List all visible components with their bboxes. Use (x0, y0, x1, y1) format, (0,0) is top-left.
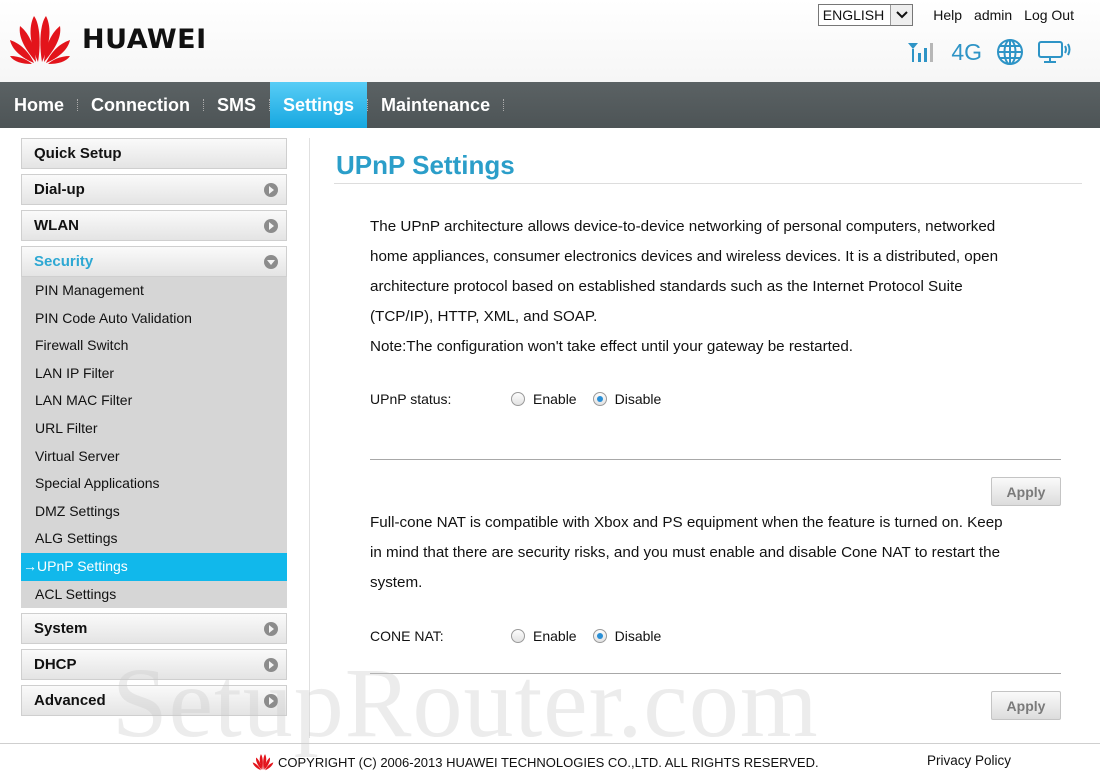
brand-name: HUAWEI (82, 23, 207, 55)
sidebar-item-pin-auto-validation[interactable]: PIN Code Auto Validation (21, 305, 287, 333)
sidebar-item-firewall-switch[interactable]: Firewall Switch (21, 332, 287, 360)
sidebar-section-label: Dial-up (34, 181, 85, 198)
radio-label: Enable (533, 628, 577, 644)
sidebar-item-special-applications[interactable]: Special Applications (21, 470, 287, 498)
network-type: 4G (951, 38, 982, 65)
cone-nat-label: CONE NAT: (370, 628, 444, 644)
description-line: in mind that there are security risks, a… (370, 544, 1001, 561)
nav-home[interactable]: Home (0, 82, 77, 128)
section-divider (370, 673, 1061, 674)
sidebar-item-virtual-server[interactable]: Virtual Server (21, 443, 287, 471)
chevron-right-icon (264, 621, 278, 636)
sidebar-item-url-filter[interactable]: URL Filter (21, 415, 287, 443)
chevron-right-icon (264, 657, 278, 672)
status-icons: 4G (907, 38, 1072, 66)
security-submenu: PIN Management PIN Code Auto Validation … (21, 277, 287, 609)
radio-on-icon[interactable] (592, 629, 607, 643)
privacy-policy-link[interactable]: Privacy Policy (927, 753, 1011, 768)
description-line: architecture protocol based on establish… (370, 278, 963, 295)
language-value: ENGLISH (822, 7, 885, 23)
title-divider (334, 183, 1082, 184)
signal-strength-icon (908, 43, 934, 62)
monitor-wifi-icon (1038, 41, 1071, 63)
description-line: home appliances, consumer electronics de… (370, 248, 999, 265)
sidebar-system[interactable]: System (21, 613, 287, 645)
nav-divider (503, 82, 505, 128)
logout-link[interactable]: Log Out (1024, 7, 1074, 23)
radio-label: Enable (533, 391, 577, 407)
chevron-right-icon (264, 218, 278, 233)
sidebar-security[interactable]: Security (21, 246, 287, 277)
description-line: (TCP/IP), HTTP, XML, and SOAP. (370, 308, 598, 325)
sidebar-section-label: WLAN (34, 217, 79, 234)
cone-nat-row: CONE NAT: Enable Disable (370, 628, 677, 644)
huawei-flower-icon (10, 16, 70, 64)
sidebar-section-label: Advanced (34, 692, 106, 710)
page-title: UPnP Settings (336, 150, 515, 180)
sidebar: Quick Setup Dial-up WLAN Security PIN Ma… (21, 138, 287, 721)
upnp-status-row: UPnP status: Enable Disable (370, 391, 677, 407)
sidebar-section-label: DHCP (34, 656, 77, 674)
sidebar-item-lan-mac-filter[interactable]: LAN MAC Filter (21, 387, 287, 415)
upnp-status-label: UPnP status: (370, 391, 452, 407)
sidebar-item-alg-settings[interactable]: ALG Settings (21, 525, 287, 553)
admin-link[interactable]: admin (974, 7, 1012, 23)
chevron-right-icon (264, 182, 278, 197)
nav-maintenance[interactable]: Maintenance (368, 82, 503, 128)
radio-on-icon[interactable] (592, 392, 607, 406)
cone-nat-enable-radio[interactable]: Enable (511, 628, 577, 644)
sidebar-divider (309, 138, 310, 738)
chevron-down-icon (264, 254, 278, 269)
sidebar-dhcp[interactable]: DHCP (21, 649, 287, 681)
radio-off-icon[interactable] (511, 629, 525, 643)
section-divider (370, 459, 1061, 460)
radio-label: Disable (614, 628, 662, 644)
sidebar-item-lan-ip-filter[interactable]: LAN IP Filter (21, 360, 287, 388)
description-line: system. (370, 574, 423, 591)
cone-nat-apply-button[interactable]: Apply (991, 691, 1061, 720)
top-links: ENGLISH Help admin Log Out (817, 4, 1074, 26)
upnp-disable-radio[interactable]: Disable (592, 391, 662, 407)
footer-divider (0, 743, 1100, 744)
sidebar-item-acl-settings[interactable]: ACL Settings (21, 581, 287, 609)
language-select[interactable]: ENGLISH (817, 4, 914, 26)
description-line: The UPnP architecture allows device-to-d… (370, 218, 996, 235)
sidebar-section-label: System (34, 620, 88, 638)
nav-connection[interactable]: Connection (78, 82, 203, 128)
huawei-small-logo-icon (252, 754, 274, 771)
globe-icon (997, 39, 1023, 65)
radio-label: Disable (614, 391, 662, 407)
sidebar-item-pin-management[interactable]: PIN Management (21, 277, 287, 305)
note-line: Note:The configuration won't take effect… (370, 338, 853, 355)
sidebar-section-label: Quick Setup (34, 145, 122, 162)
nav-settings[interactable]: Settings (270, 82, 368, 128)
sidebar-wlan[interactable]: WLAN (21, 210, 287, 241)
footer: COPYRIGHT (C) 2006-2013 HUAWEI TECHNOLOG… (252, 752, 819, 771)
cone-nat-disable-radio[interactable]: Disable (592, 628, 662, 644)
sidebar-item-dmz-settings[interactable]: DMZ Settings (21, 498, 287, 526)
sidebar-dial-up[interactable]: Dial-up (21, 174, 287, 205)
header: HUAWEI ENGLISH Help admin Log Out 4G (0, 0, 1100, 82)
upnp-enable-radio[interactable]: Enable (511, 391, 577, 407)
sidebar-advanced[interactable]: Advanced (21, 685, 287, 717)
radio-off-icon[interactable] (511, 392, 525, 406)
sidebar-section-label: Security (34, 253, 94, 270)
description-line: Full-cone NAT is compatible with Xbox an… (370, 514, 1003, 531)
upnp-description: The UPnP architecture allows device-to-d… (370, 212, 1060, 362)
sidebar-item-upnp-settings[interactable]: →UPnP Settings (21, 552, 287, 581)
nav-sms[interactable]: SMS (204, 82, 269, 128)
upnp-apply-button[interactable]: Apply (991, 477, 1061, 506)
chevron-down-icon[interactable] (890, 5, 913, 25)
chevron-right-icon (264, 693, 278, 708)
help-link[interactable]: Help (933, 7, 962, 23)
huawei-logo: HUAWEI (8, 14, 207, 64)
main-nav: Home Connection SMS Settings Maintenance (0, 82, 1100, 128)
copyright-text: COPYRIGHT (C) 2006-2013 HUAWEI TECHNOLOG… (278, 754, 819, 770)
cone-nat-description: Full-cone NAT is compatible with Xbox an… (370, 508, 1060, 598)
sidebar-quick-setup[interactable]: Quick Setup (21, 138, 287, 169)
